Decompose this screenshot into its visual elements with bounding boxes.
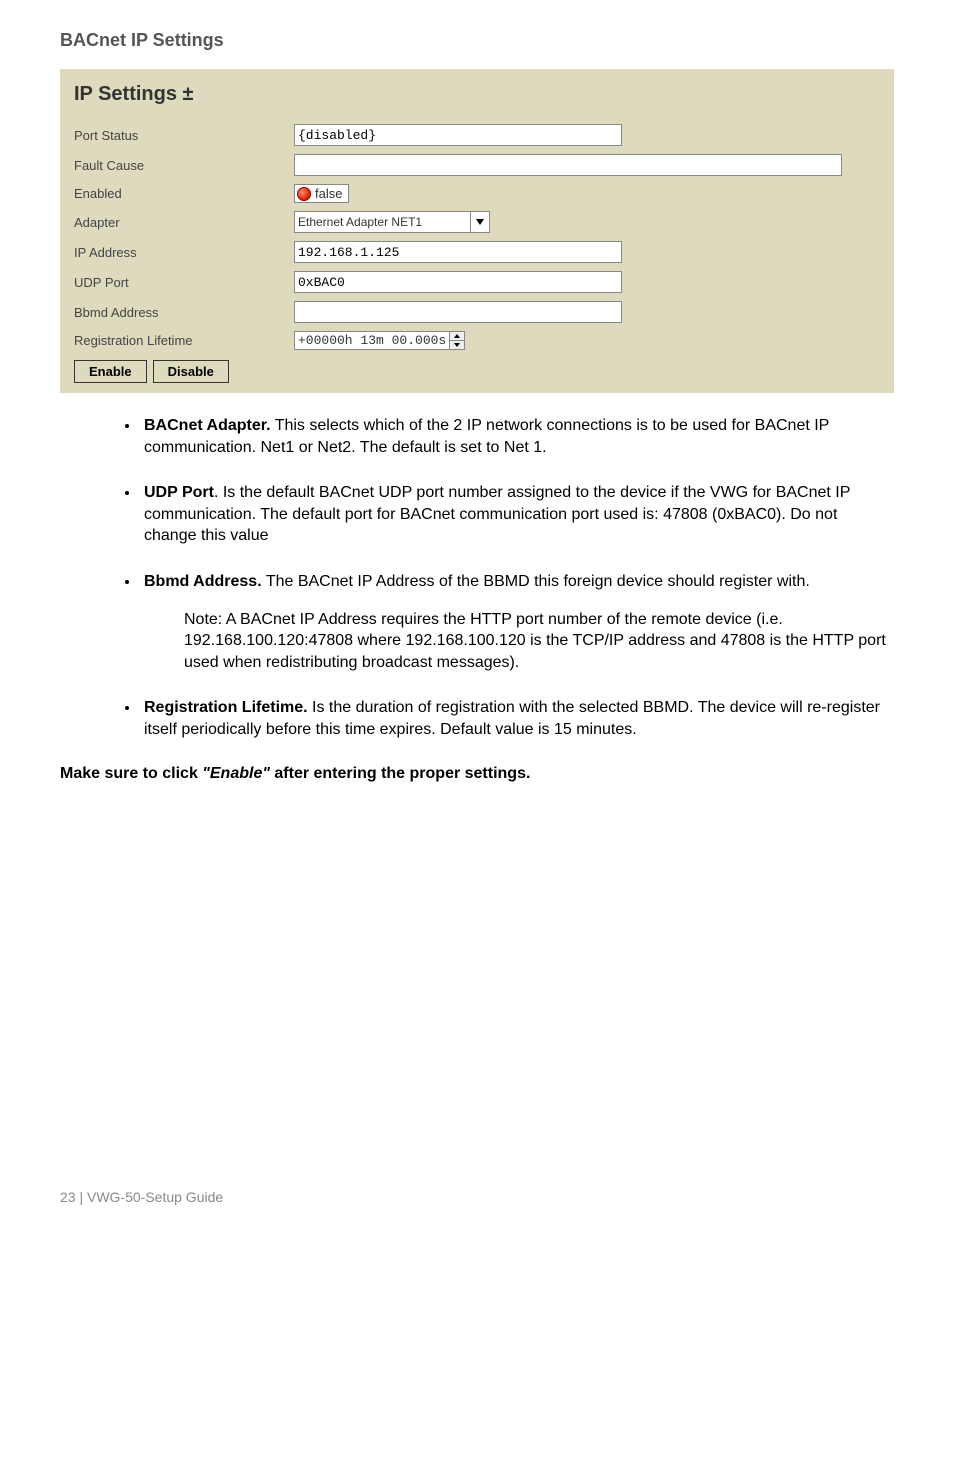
final-instruction: Make sure to click "Enable" after enteri… xyxy=(60,765,894,783)
disable-button[interactable]: Disable xyxy=(153,360,229,383)
ip-settings-panel: IP Settings ± Port Status Fault Cause En… xyxy=(60,69,894,393)
feature-list: BACnet Adapter. This selects which of th… xyxy=(60,415,894,741)
note-text: Note: A BACnet IP Address requires the H… xyxy=(184,609,894,674)
label-enabled: Enabled xyxy=(74,186,294,201)
spinner-up-icon[interactable] xyxy=(450,332,464,341)
adapter-selected: Ethernet Adapter NET1 xyxy=(298,215,422,229)
list-item: UDP Port. Is the default BACnet UDP port… xyxy=(140,482,894,547)
bullet-text: The BACnet IP Address of the BBMD this f… xyxy=(262,573,810,590)
spinner-down-icon[interactable] xyxy=(450,341,464,349)
row-port-status: Port Status xyxy=(74,120,880,150)
list-item: Registration Lifetime. Is the duration o… xyxy=(140,697,894,740)
label-ip-address: IP Address xyxy=(74,245,294,260)
status-dot-false-icon xyxy=(297,187,311,201)
row-bbmd-address: Bbmd Address xyxy=(74,297,880,327)
label-port-status: Port Status xyxy=(74,128,294,143)
row-enabled: Enabled false xyxy=(74,180,880,207)
row-adapter: Adapter Ethernet Adapter NET1 xyxy=(74,207,880,237)
label-fault-cause: Fault Cause xyxy=(74,158,294,173)
field-bbmd-address[interactable] xyxy=(294,301,622,323)
field-fault-cause xyxy=(294,154,842,176)
row-registration-lifetime: Registration Lifetime +00000h 13m 00.000… xyxy=(74,327,880,354)
section-heading: BACnet IP Settings xyxy=(60,30,894,51)
label-udp-port: UDP Port xyxy=(74,275,294,290)
label-registration-lifetime: Registration Lifetime xyxy=(74,333,294,348)
final-pre: Make sure to click xyxy=(60,765,202,782)
final-em: "Enable" xyxy=(202,765,270,782)
bullet-lead: Bbmd Address. xyxy=(144,573,262,590)
bullet-lead: BACnet Adapter. xyxy=(144,417,271,434)
list-item: BACnet Adapter. This selects which of th… xyxy=(140,415,894,458)
chevron-down-icon xyxy=(470,212,489,232)
registration-lifetime-value: +00000h 13m 00.000s xyxy=(295,332,449,349)
field-ip-address[interactable] xyxy=(294,241,622,263)
enabled-text: false xyxy=(315,186,342,201)
row-ip-address: IP Address xyxy=(74,237,880,267)
enable-button[interactable]: Enable xyxy=(74,360,147,383)
panel-title: IP Settings ± xyxy=(74,79,880,120)
field-registration-lifetime[interactable]: +00000h 13m 00.000s xyxy=(294,331,465,350)
field-enabled[interactable]: false xyxy=(294,184,349,203)
row-udp-port: UDP Port xyxy=(74,267,880,297)
field-adapter[interactable]: Ethernet Adapter NET1 xyxy=(294,211,490,233)
final-post: after entering the proper settings. xyxy=(270,765,530,782)
row-fault-cause: Fault Cause xyxy=(74,150,880,180)
label-bbmd-address: Bbmd Address xyxy=(74,305,294,320)
bullet-lead: Registration Lifetime. xyxy=(144,699,308,716)
field-port-status xyxy=(294,124,622,146)
list-item: Bbmd Address. The BACnet IP Address of t… xyxy=(140,571,894,673)
label-adapter: Adapter xyxy=(74,215,294,230)
field-udp-port[interactable] xyxy=(294,271,622,293)
page-footer: 23 | VWG-50-Setup Guide xyxy=(0,1189,954,1229)
bullet-lead: UDP Port xyxy=(144,484,214,501)
bullet-text: . Is the default BACnet UDP port number … xyxy=(144,484,850,544)
